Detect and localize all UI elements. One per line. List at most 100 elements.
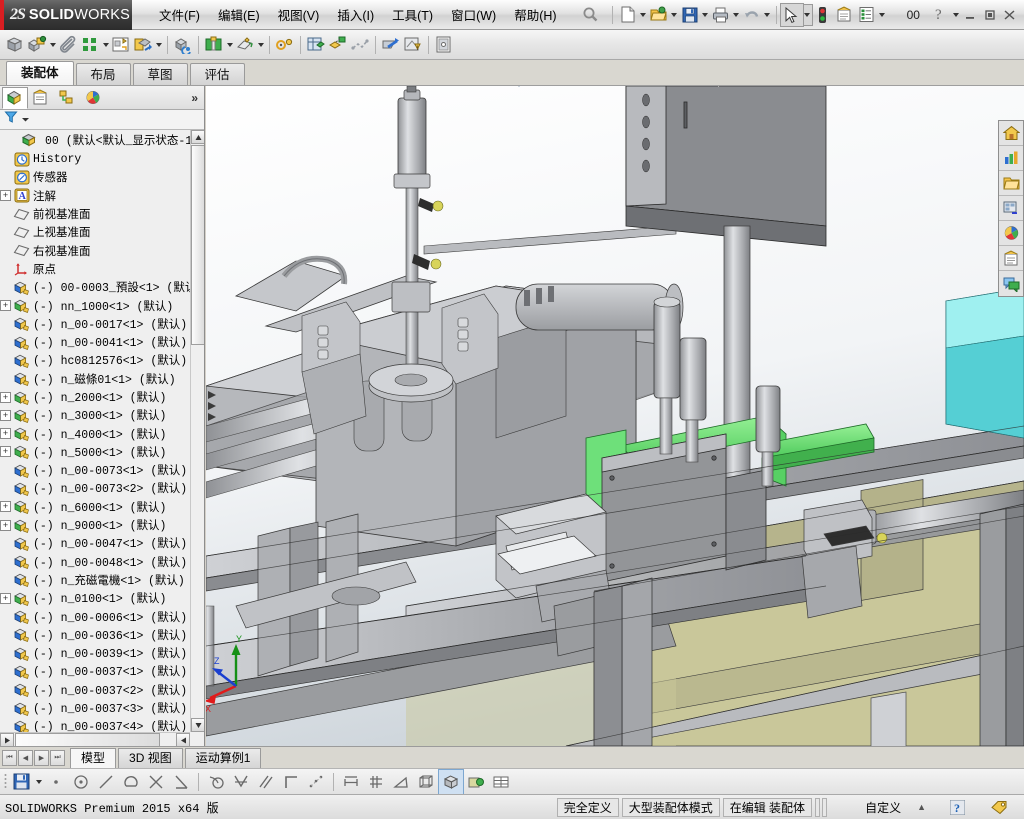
custom-properties-icon[interactable]	[999, 246, 1023, 271]
insert-component-icon[interactable]	[26, 34, 48, 56]
dropdown-assembly-features[interactable]	[225, 35, 234, 55]
view-settings-icon[interactable]	[725, 86, 749, 90]
dropdown-undo[interactable]	[763, 5, 772, 25]
vertical-scroll-thumb[interactable]	[191, 145, 204, 345]
circle-center-icon[interactable]	[69, 770, 93, 794]
print-icon[interactable]	[710, 4, 732, 26]
feature-tree-item[interactable]: (-) n_00-0037<3> (默认)	[0, 699, 190, 717]
angle-icon[interactable]	[169, 770, 193, 794]
grid-icon[interactable]	[364, 770, 388, 794]
menu-insert[interactable]: 插入(I)	[328, 1, 383, 28]
assembly-features-icon[interactable]	[203, 34, 225, 56]
toolbar-grip[interactable]	[3, 772, 8, 792]
hide-show-items-icon[interactable]	[636, 86, 660, 90]
tree-expand-button[interactable]: +	[0, 446, 11, 458]
appearances-scenes-icon[interactable]	[999, 221, 1023, 246]
feature-tree-item[interactable]: (-) n_00-0037<2> (默认)	[0, 681, 190, 699]
feature-tree-item[interactable]: + (-) n_9000<1> (默认)	[0, 516, 190, 534]
feature-tree-item[interactable]: (-) n_00-0017<1> (默认)	[0, 315, 190, 333]
help-question-icon[interactable]: ?	[929, 4, 951, 26]
tab-feature-manager-tree[interactable]	[2, 86, 28, 109]
design-library-icon[interactable]	[999, 146, 1023, 171]
question-help-icon[interactable]: ?	[942, 798, 973, 817]
scroll-left-button[interactable]	[0, 733, 14, 746]
intersection-icon[interactable]	[144, 770, 168, 794]
dropdown-component-pattern[interactable]	[101, 35, 110, 55]
shaded-icon[interactable]	[438, 768, 464, 795]
dropdown-save[interactable]	[34, 772, 43, 792]
feature-tree-item[interactable]: (-) n_00-0073<2> (默认)	[0, 479, 190, 497]
feature-tree-item[interactable]: (-) n_00-0073<1> (默认)	[0, 461, 190, 479]
save-icon[interactable]	[9, 770, 33, 794]
status-overlay-arrow[interactable]: ▲	[909, 798, 934, 817]
minimize-window-button[interactable]	[960, 6, 980, 24]
feature-tree-item[interactable]: + A 注解	[0, 187, 190, 205]
display-style-icon[interactable]	[599, 86, 623, 90]
tree-expand-button[interactable]: +	[0, 190, 11, 202]
menu-view[interactable]: 视图(V)	[269, 1, 329, 28]
tab-layout[interactable]: 布局	[75, 63, 131, 85]
feature-tree-item[interactable]: History	[0, 150, 190, 168]
file-explorer-folder-icon[interactable]	[999, 171, 1023, 196]
tag-icon[interactable]	[983, 798, 1016, 817]
point-icon[interactable]	[44, 770, 68, 794]
view-orientation-icon[interactable]	[562, 86, 586, 90]
apply-scene-icon[interactable]	[688, 86, 712, 90]
edit-appearance-icon[interactable]	[662, 86, 686, 90]
line-icon[interactable]	[94, 770, 118, 794]
table-icon[interactable]	[489, 770, 513, 794]
tab-property-manager[interactable]	[28, 87, 54, 109]
feature-tree-item[interactable]: + (-) n_2000<1> (默认)	[0, 388, 190, 406]
corner-icon[interactable]	[279, 770, 303, 794]
options-gear-icon[interactable]	[834, 4, 856, 26]
new-motion-study-icon[interactable]	[274, 34, 296, 56]
status-large-assembly-mode[interactable]: 大型装配体模式	[621, 797, 720, 817]
feature-tree-item[interactable]: 上视基准面	[0, 223, 190, 241]
parallel-icon[interactable]	[254, 770, 278, 794]
bill-of-materials-icon[interactable]	[305, 34, 327, 56]
dropdown-reference-geometry[interactable]	[256, 35, 265, 55]
view-palette-icon[interactable]	[999, 196, 1023, 221]
scroll-down-button[interactable]	[191, 718, 204, 732]
status-custom-label[interactable]: 自定义	[857, 798, 909, 817]
wireframe-icon[interactable]	[414, 770, 438, 794]
feature-tree-item[interactable]: + (-) n_5000<1> (默认)	[0, 443, 190, 461]
customize-list-icon[interactable]	[856, 4, 878, 26]
tree-expand-button[interactable]: +	[0, 519, 11, 531]
arc-icon[interactable]	[119, 770, 143, 794]
select-cursor-icon[interactable]	[779, 2, 804, 27]
hole-alignment-icon[interactable]	[433, 34, 455, 56]
show-hidden-components-icon[interactable]	[172, 34, 194, 56]
measure-angle-icon[interactable]	[389, 770, 413, 794]
undo-icon[interactable]	[741, 4, 763, 26]
filter-dropdown-arrow[interactable]	[21, 111, 30, 129]
section-icon[interactable]	[464, 770, 488, 794]
feature-tree-vertical-scrollbar[interactable]	[190, 130, 204, 732]
mate-paperclip-icon[interactable]	[57, 34, 79, 56]
assembly-3d-model[interactable]: Y X Z	[206, 86, 1024, 746]
feature-tree-item[interactable]: + (-) nn_1000<1> (默认)	[0, 296, 190, 314]
feature-tree-item[interactable]: + (-) n_0100<1> (默认)	[0, 589, 190, 607]
tree-expand-button[interactable]: +	[0, 501, 11, 513]
linear-component-pattern-icon[interactable]	[79, 34, 101, 56]
tab-assembly[interactable]: 装配体	[6, 61, 74, 85]
tab-motion-study-1[interactable]: 运动算例1	[184, 747, 262, 768]
tab-nav-next[interactable]: ▶	[34, 749, 49, 766]
exploded-view-icon[interactable]	[327, 34, 349, 56]
dropdown-view-orientation[interactable]	[588, 86, 597, 88]
tab-nav-first[interactable]: ⏮	[2, 749, 17, 766]
feature-tree-item[interactable]: (-) n_00-0047<1> (默认)	[0, 534, 190, 552]
scroll-up-button[interactable]	[191, 130, 204, 144]
tab-nav-last[interactable]: ⏭	[50, 749, 65, 766]
tab-evaluate[interactable]: 评估	[189, 63, 245, 85]
restore-window-button[interactable]	[980, 6, 1000, 24]
tab-nav-prev[interactable]: ◀	[18, 749, 33, 766]
dropdown-save[interactable]	[701, 5, 710, 25]
reference-geometry-icon[interactable]	[234, 34, 256, 56]
feature-tree-item[interactable]: 右视基准面	[0, 241, 190, 259]
tab-configuration-manager[interactable]	[54, 87, 80, 109]
tab-3d-views[interactable]: 3D 视图	[118, 747, 183, 768]
perpendicular-icon[interactable]	[229, 770, 253, 794]
feature-tree-item[interactable]: (-) n_00-0036<1> (默认)	[0, 626, 190, 644]
new-document-icon[interactable]	[617, 4, 639, 26]
